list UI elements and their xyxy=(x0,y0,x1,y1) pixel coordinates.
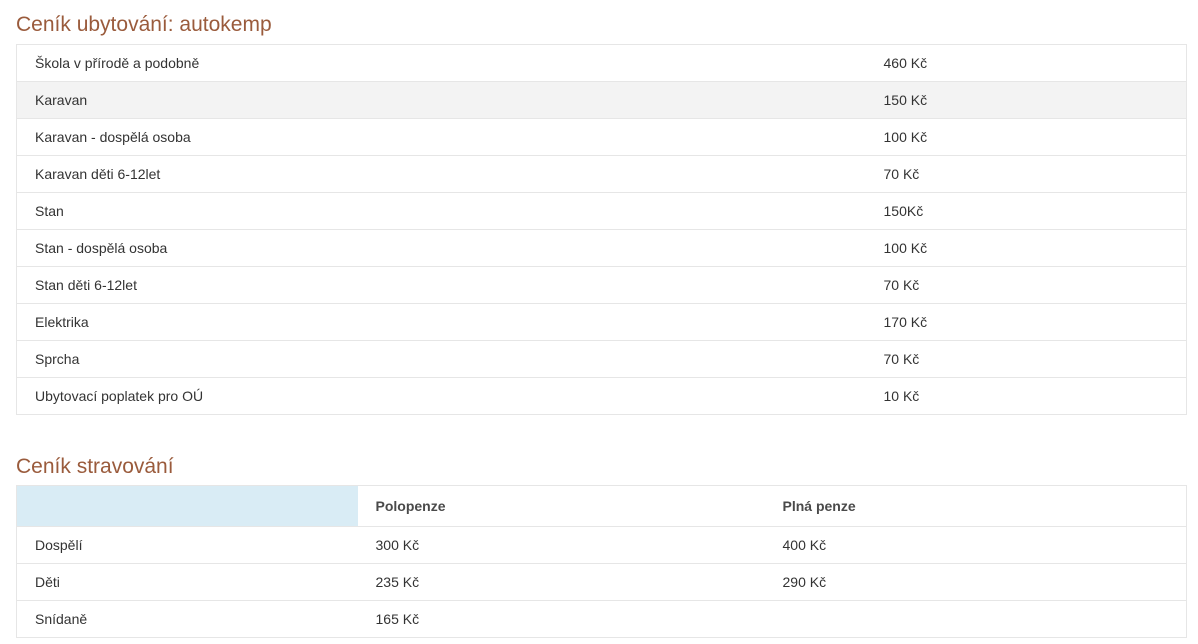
table-row: Škola v přírodě a podobně 460 Kč xyxy=(16,44,1187,82)
item-price: 10 Kč xyxy=(865,377,1187,415)
table-row: Děti 235 Kč 290 Kč xyxy=(16,563,1187,601)
row-label: Dospělí xyxy=(16,526,358,564)
item-name: Karavan xyxy=(16,81,866,119)
table-row: Dospělí 300 Kč 400 Kč xyxy=(16,526,1187,564)
item-name: Karavan děti 6-12let xyxy=(16,155,866,193)
half-board-price: 300 Kč xyxy=(357,526,765,564)
table-header-row: Polopenze Plná penze xyxy=(16,485,1187,527)
accommodation-price-title: Ceník ubytování: autokemp xyxy=(16,13,272,36)
half-board-price: 235 Kč xyxy=(357,563,765,601)
full-board-price: 400 Kč xyxy=(764,526,1187,564)
row-label: Děti xyxy=(16,563,358,601)
item-price: 150Kč xyxy=(865,192,1187,230)
table-row: Sprcha 70 Kč xyxy=(16,340,1187,378)
table-row: Stan - dospělá osoba 100 Kč xyxy=(16,229,1187,267)
item-name: Stan děti 6-12let xyxy=(16,266,866,304)
table-row: Stan děti 6-12let 70 Kč xyxy=(16,266,1187,304)
food-price-table: Polopenze Plná penze Dospělí 300 Kč 400 … xyxy=(16,485,1187,638)
header-half-board: Polopenze xyxy=(357,485,765,527)
full-board-price xyxy=(764,600,1187,638)
item-price: 460 Kč xyxy=(865,44,1187,82)
item-price: 70 Kč xyxy=(865,155,1187,193)
item-price: 100 Kč xyxy=(865,118,1187,156)
table-row: Ubytovací poplatek pro OÚ 10 Kč xyxy=(16,377,1187,415)
full-board-price: 290 Kč xyxy=(764,563,1187,601)
table-row: Karavan 150 Kč xyxy=(16,81,1187,119)
item-name: Karavan - dospělá osoba xyxy=(16,118,866,156)
half-board-price: 165 Kč xyxy=(357,600,765,638)
item-name: Stan xyxy=(16,192,866,230)
item-name: Sprcha xyxy=(16,340,866,378)
table-row: Stan 150Kč xyxy=(16,192,1187,230)
item-price: 70 Kč xyxy=(865,340,1187,378)
table-row: Snídaně 165 Kč xyxy=(16,600,1187,638)
item-name: Elektrika xyxy=(16,303,866,341)
food-price-title: Ceník stravování xyxy=(16,455,174,478)
item-price: 70 Kč xyxy=(865,266,1187,304)
item-name: Ubytovací poplatek pro OÚ xyxy=(16,377,866,415)
item-price: 150 Kč xyxy=(865,81,1187,119)
item-name: Stan - dospělá osoba xyxy=(16,229,866,267)
row-label: Snídaně xyxy=(16,600,358,638)
header-empty-cell xyxy=(16,485,358,527)
accommodation-price-table: Škola v přírodě a podobně 460 Kč Karavan… xyxy=(16,44,1187,415)
table-row: Karavan - dospělá osoba 100 Kč xyxy=(16,118,1187,156)
item-price: 170 Kč xyxy=(865,303,1187,341)
item-name: Škola v přírodě a podobně xyxy=(16,44,866,82)
item-price: 100 Kč xyxy=(865,229,1187,267)
table-row: Elektrika 170 Kč xyxy=(16,303,1187,341)
table-row: Karavan děti 6-12let 70 Kč xyxy=(16,155,1187,193)
header-full-board: Plná penze xyxy=(764,485,1187,527)
